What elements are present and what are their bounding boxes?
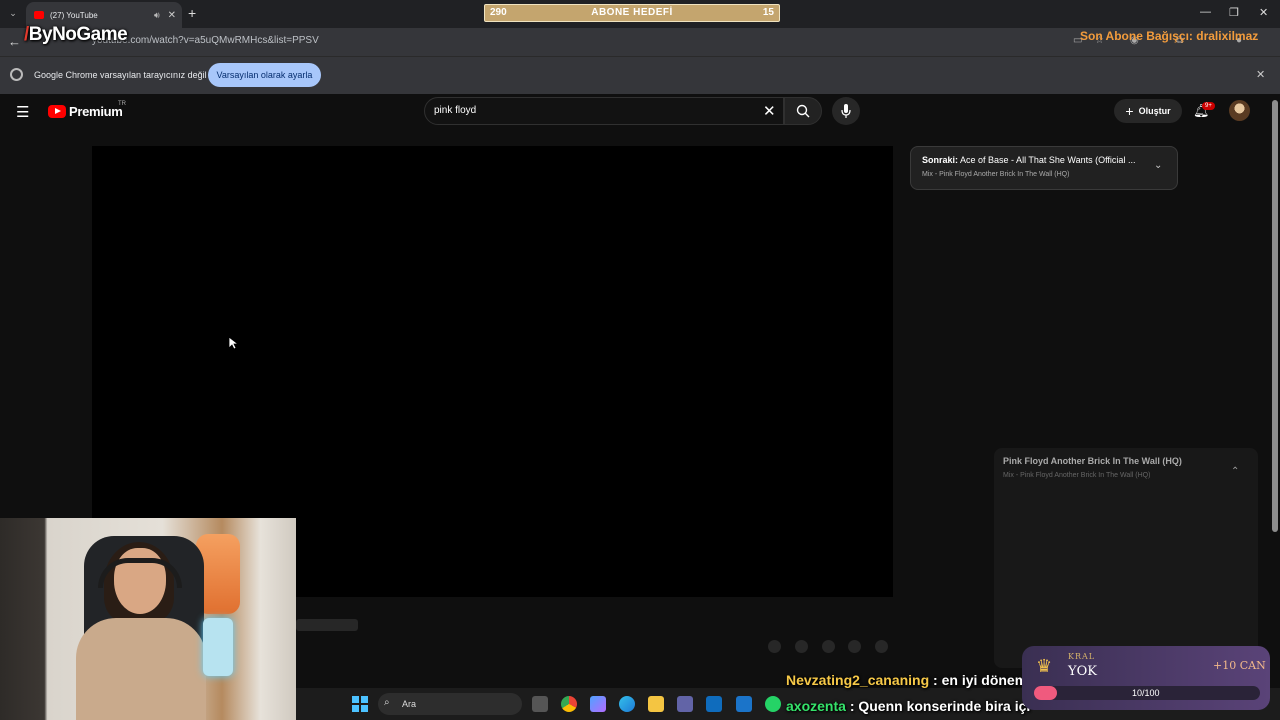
microphone-icon (841, 104, 851, 118)
search-icon (796, 104, 810, 118)
file-explorer-icon[interactable] (648, 696, 664, 712)
new-tab-button[interactable]: + (188, 5, 196, 21)
skeleton-dot (768, 640, 781, 653)
store-icon[interactable] (736, 696, 752, 712)
goal-target: 15 (762, 7, 774, 18)
infobar-close-icon[interactable]: ✕ (1256, 68, 1265, 81)
subscriber-goal-bar: 290 ABONE HEDEFİ 15 (484, 4, 780, 22)
king-name: YOK (1068, 664, 1097, 679)
search-button[interactable] (784, 97, 822, 125)
chevron-up-icon[interactable]: ⌃ (1231, 466, 1239, 477)
taskbar-search-icon: ⌕ (384, 697, 390, 708)
copilot-icon[interactable] (590, 696, 606, 712)
microphone (203, 618, 233, 676)
up-next-label: Sonraki: (922, 155, 959, 165)
hamburger-menu-icon[interactable]: ☰ (16, 103, 29, 121)
skeleton-dot (848, 640, 861, 653)
plus-icon: + (1125, 103, 1134, 119)
chat-user: axozenta (786, 698, 846, 714)
speaker-icon[interactable]: 🔊︎ (154, 10, 160, 21)
chrome-taskbar-icon[interactable] (561, 696, 577, 712)
up-next-title[interactable]: Sonraki: Ace of Base - All That She Want… (922, 155, 1135, 165)
streamer-body (76, 618, 206, 720)
skeleton-dot (875, 640, 888, 653)
stream-logo: /ByNoGame (24, 24, 128, 45)
chat-text: : en iyi döneml (933, 672, 1032, 688)
top-donor-overlay: Son Abone Bağışçı: dralixilmaz (1080, 29, 1259, 43)
create-label: Oluştur (1138, 106, 1171, 116)
windows-start-icon[interactable] (352, 696, 368, 712)
voice-search-button[interactable] (832, 97, 860, 125)
king-reward: +10 CAN (1213, 659, 1266, 672)
chrome-icon (10, 68, 23, 81)
minimize-button[interactable]: — (1200, 6, 1211, 18)
back-arrow-icon[interactable]: ← (8, 34, 21, 49)
close-tab-icon[interactable]: ✕ (168, 10, 176, 21)
king-progress-fill (1034, 686, 1057, 700)
mix-playlist-subtitle: Mix - Pink Floyd Another Brick In The Wa… (1003, 472, 1151, 479)
teams-icon[interactable] (677, 696, 693, 712)
taskbar-search-label[interactable]: Ara (402, 699, 416, 709)
taskbar-search[interactable] (378, 693, 522, 715)
up-next-playlist: Mix - Pink Floyd Another Brick In The Wa… (922, 171, 1070, 178)
goal-title: ABONE HEDEFİ (591, 7, 673, 18)
country-code: TR (118, 101, 126, 107)
mouse-cursor-icon (228, 336, 238, 350)
search-input[interactable] (424, 97, 784, 125)
restore-button[interactable]: ❐ (1229, 6, 1239, 19)
king-progress-text: 10/100 (1132, 688, 1160, 698)
create-button[interactable]: + Oluştur (1114, 99, 1182, 123)
king-label: KRAL (1068, 652, 1096, 661)
mix-playlist-panel (994, 448, 1258, 668)
up-next-card[interactable] (910, 146, 1178, 190)
king-widget (1022, 646, 1270, 710)
chat-message: axozenta : Quenn konserinde bira içi (786, 698, 1030, 714)
clear-search-icon[interactable]: ✕ (763, 102, 776, 120)
youtube-play-icon (48, 105, 66, 118)
scrollbar-thumb[interactable] (1272, 100, 1278, 532)
search-query[interactable]: pink floyd (434, 105, 476, 116)
youtube-logo[interactable]: Premium (48, 104, 123, 119)
chat-text: : Quenn konserinde bira içi (849, 698, 1031, 714)
loading-skeleton (296, 619, 358, 631)
set-default-button[interactable]: Varsayılan olarak ayarla (208, 63, 321, 87)
infobar-text: Google Chrome varsayılan tarayıcınız değ… (34, 70, 207, 80)
chat-message: Nevzating2_cananing : en iyi döneml (786, 672, 1031, 688)
stream-logo-text: ByNoGame (28, 24, 128, 45)
chat-user: Nevzating2_cananing (786, 672, 930, 688)
outlook-icon[interactable] (706, 696, 722, 712)
account-avatar[interactable] (1229, 100, 1250, 121)
task-view-icon[interactable] (532, 696, 548, 712)
up-next-video: Ace of Base - All That She Wants (Offici… (960, 155, 1136, 165)
tab-search-icon[interactable]: ⌄ (6, 6, 20, 20)
webcam-overlay (0, 518, 296, 720)
youtube-logo-text: Premium (69, 104, 123, 119)
tab-title: (27) YouTube (50, 10, 98, 20)
skeleton-dot (795, 640, 808, 653)
edge-icon[interactable] (619, 696, 635, 712)
mix-playlist-title[interactable]: Pink Floyd Another Brick In The Wall (HQ… (1003, 456, 1182, 466)
close-window-button[interactable]: ✕ (1259, 6, 1268, 19)
skeleton-dot (822, 640, 835, 653)
chevron-down-icon[interactable]: ⌄ (1154, 160, 1162, 171)
crown-icon: ♛ (1036, 656, 1053, 676)
whatsapp-icon[interactable] (765, 696, 781, 712)
notification-badge: 9+ (1202, 102, 1215, 110)
youtube-favicon-icon (34, 11, 44, 19)
